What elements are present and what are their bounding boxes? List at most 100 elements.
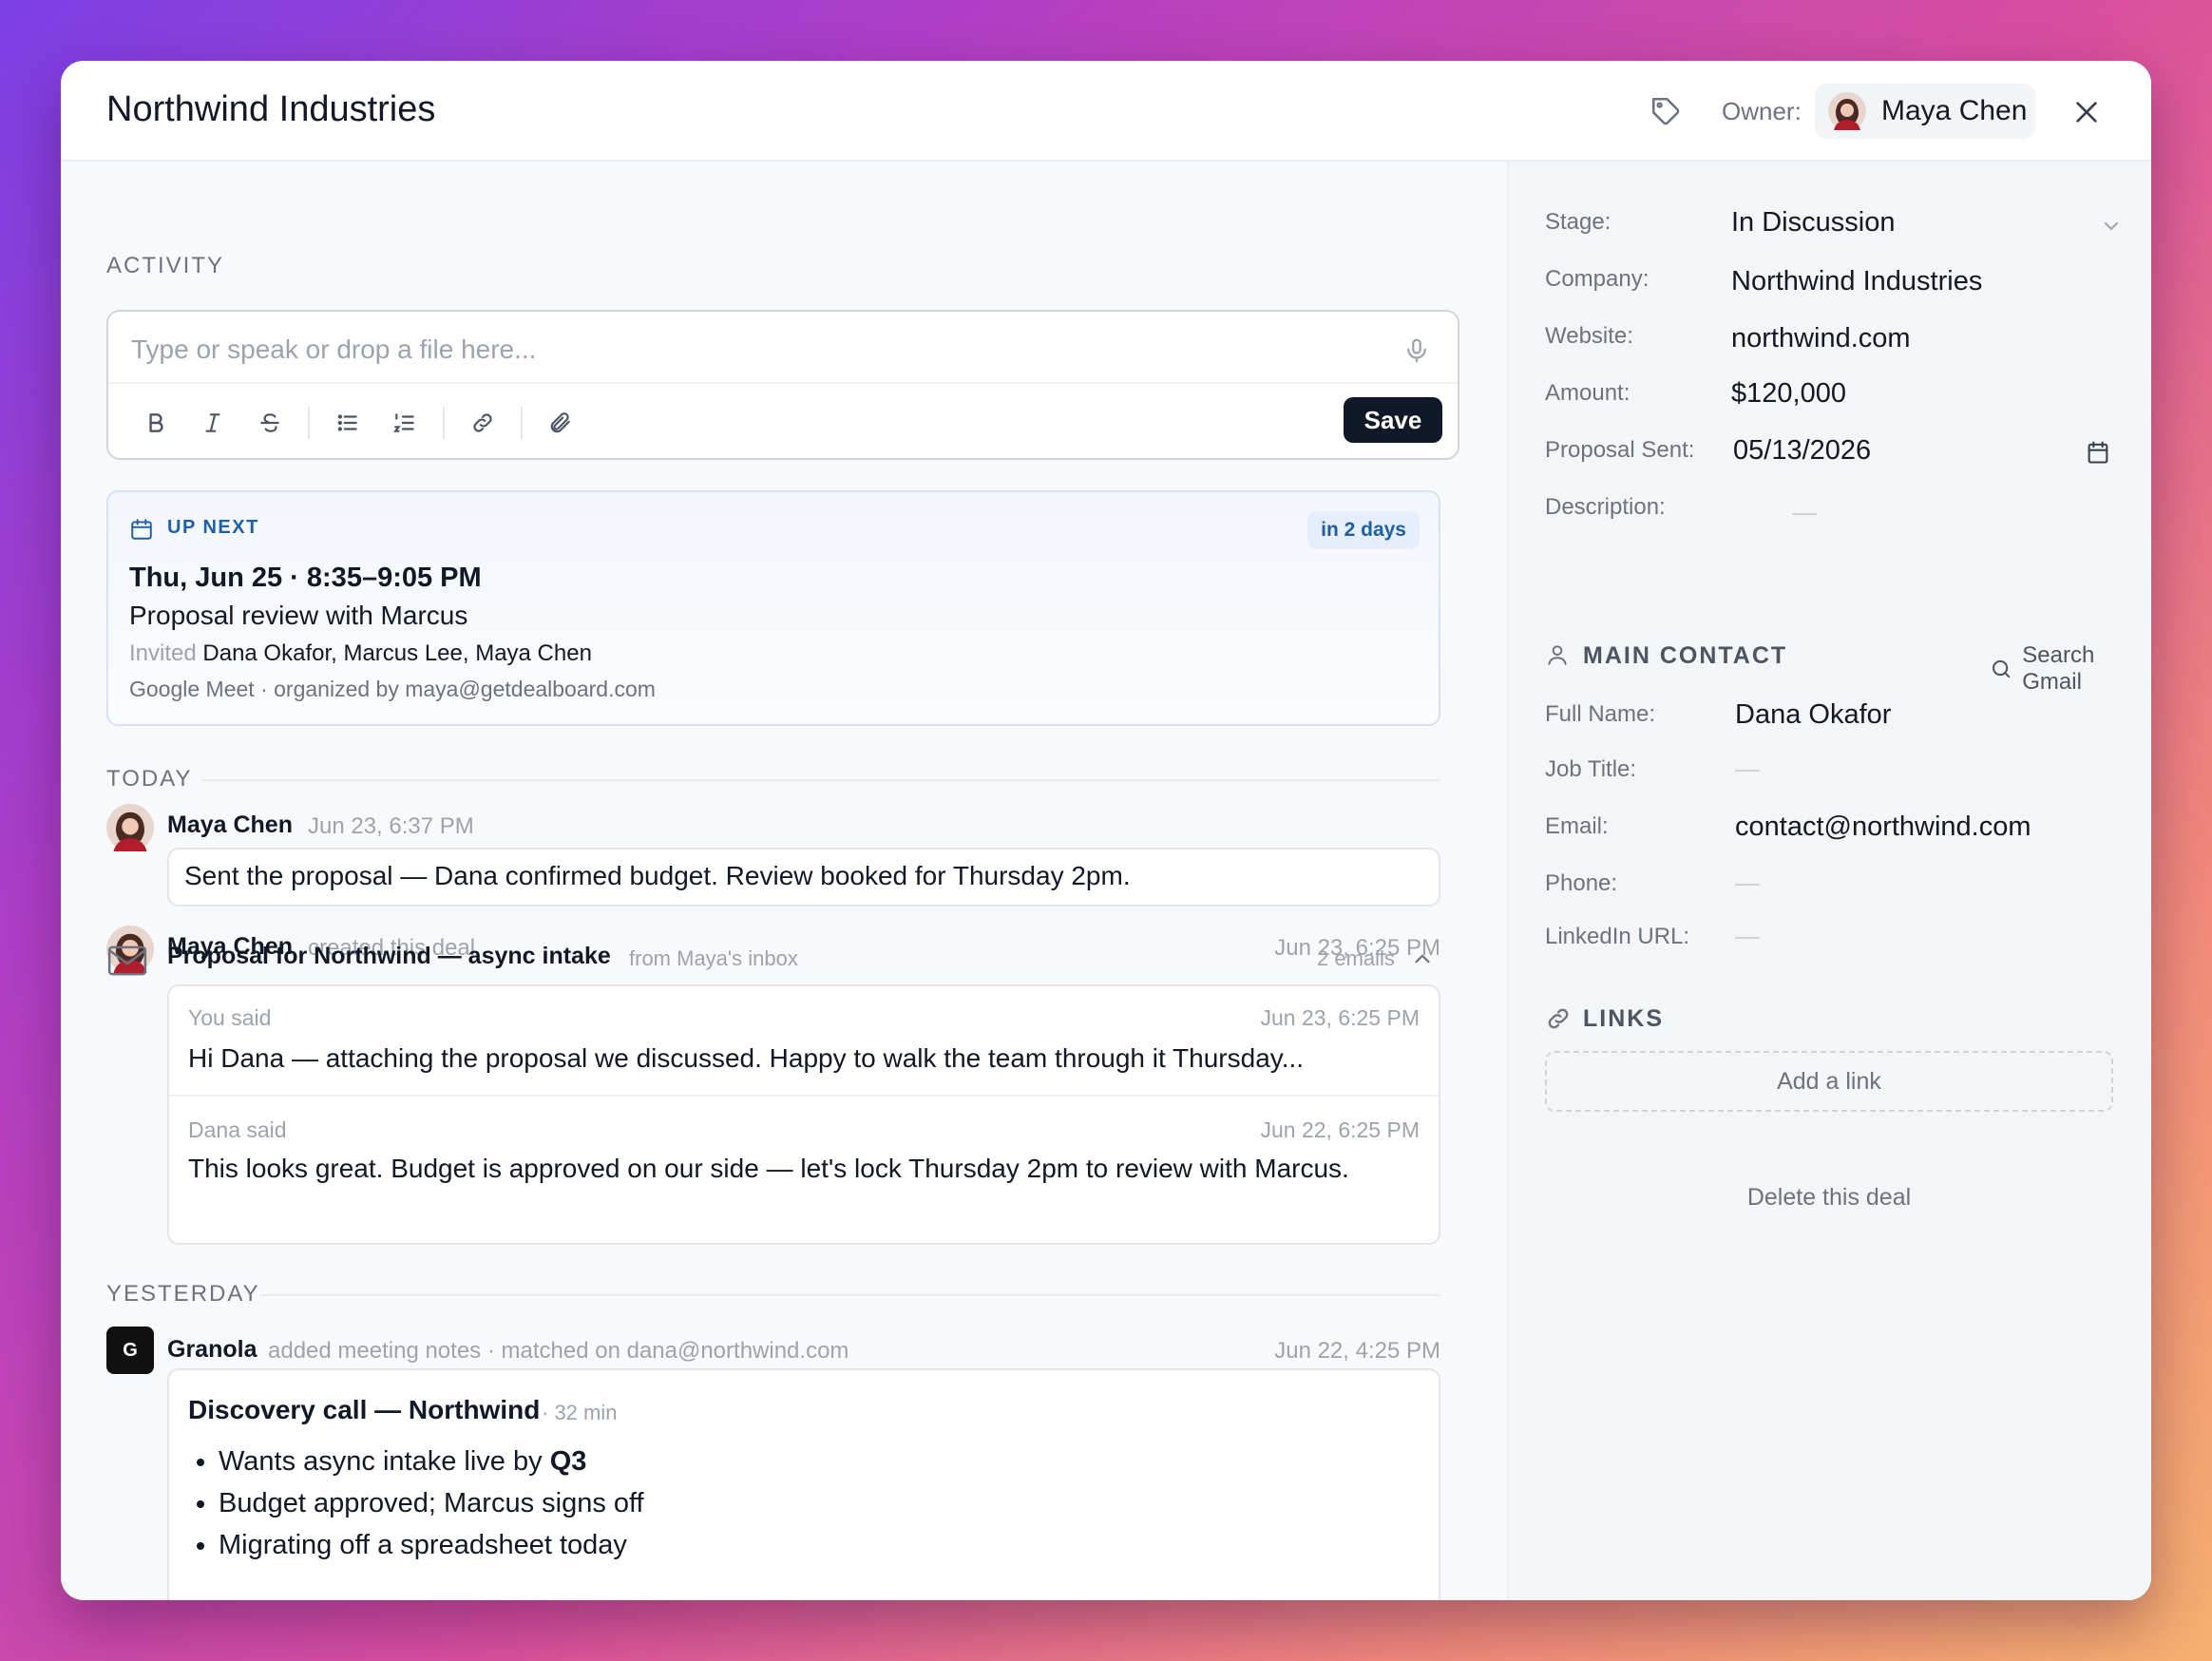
amount-field[interactable]: $120,000: [1731, 378, 1846, 410]
website-field[interactable]: northwind.com: [1731, 323, 1911, 354]
today-label: TODAY: [106, 766, 193, 792]
granola-action: added meeting notes · matched on dana@no…: [268, 1338, 849, 1364]
event-meeting-info: Google Meet · organized by maya@getdealb…: [129, 677, 656, 701]
owner-selector[interactable]: Maya Chen: [1815, 84, 2035, 139]
meeting-notes-list: Wants async intake live by Q3 Budget app…: [219, 1441, 644, 1566]
amount-label: Amount:: [1545, 380, 1630, 406]
granola-time: Jun 22, 4:25 PM: [1274, 1338, 1440, 1364]
up-next-label: UP NEXT: [167, 517, 259, 538]
paperclip-icon: [550, 412, 570, 433]
activity-panel: ACTIVITY Type or speak or drop a file he…: [61, 162, 1507, 1600]
email-field[interactable]: contact@northwind.com: [1735, 811, 2031, 843]
event-datetime: Thu, Jun 25 · 8:35–9:05 PM: [129, 563, 482, 593]
message-sender: Dana said: [188, 1117, 287, 1142]
email-count: 2 emails: [1317, 946, 1395, 970]
message-time: Jun 22, 6:25 PM: [1260, 1117, 1421, 1142]
full-name-field[interactable]: Dana Okafor: [1735, 699, 1891, 731]
close-icon[interactable]: [2071, 97, 2102, 127]
company-label: Company:: [1545, 266, 1649, 292]
links-heading: LINKS: [1583, 1005, 1664, 1032]
proposal-sent-label: Proposal Sent:: [1545, 437, 1695, 463]
bullet-text: Migrating off a spreadsheet today: [219, 1530, 627, 1560]
event-title: Proposal review with Marcus: [129, 601, 468, 630]
calendar-icon[interactable]: [2085, 439, 2111, 466]
link-icon: [473, 413, 492, 432]
phone-field[interactable]: —: [1735, 870, 1736, 871]
search-gmail-label: Search Gmail: [2022, 642, 2095, 695]
link-button[interactable]: [464, 404, 502, 442]
invitee-names: Dana Okafor, Marcus Lee, Maya Chen: [202, 640, 592, 666]
note-text[interactable]: Sent the proposal — Dana confirmed budge…: [167, 848, 1440, 907]
yesterday-label: YESTERDAY: [106, 1281, 260, 1307]
today-divider: [201, 779, 1440, 781]
tag-icon[interactable]: [1649, 95, 1682, 127]
message-divider: [169, 1095, 1439, 1097]
search-icon: [1993, 659, 2011, 678]
activity-heading: ACTIVITY: [106, 253, 225, 278]
owner-label: Owner:: [1722, 97, 1802, 125]
granola-author: Granola: [167, 1336, 257, 1363]
bullet-emphasis: Q3: [549, 1446, 587, 1477]
message-body[interactable]: Hi Dana — attaching the proposal we disc…: [188, 1040, 1404, 1078]
calendar-icon: [131, 519, 152, 540]
job-title-label: Job Title:: [1545, 756, 1637, 782]
search-gmail-button[interactable]: Search Gmail: [1990, 642, 2151, 696]
meeting-duration: · 32 min: [542, 1401, 618, 1424]
delete-deal-button[interactable]: Delete this deal: [1545, 1184, 2113, 1212]
empty-dash: [1792, 513, 1817, 515]
description-field[interactable]: —: [1792, 494, 1793, 495]
stage-label: Stage:: [1545, 209, 1611, 235]
avatar: [106, 804, 154, 851]
message-time: Jun 23, 6:25 PM: [1260, 1005, 1421, 1030]
deal-modal: Northwind Industries Owner: Maya Chen AC…: [61, 61, 2151, 1600]
chevron-up-icon[interactable]: [1410, 946, 1435, 971]
proposal-sent-field[interactable]: 05/13/2026: [1733, 435, 1871, 467]
numbered-list-button[interactable]: [386, 404, 424, 442]
stage-select[interactable]: In Discussion: [1731, 207, 1895, 239]
email-thread-title[interactable]: Proposal for Northwind — async intake: [167, 943, 611, 970]
owner-name: Maya Chen: [1881, 95, 2028, 126]
add-link-button[interactable]: Add a link: [1545, 1051, 2113, 1112]
bullet-list-icon: [337, 414, 357, 431]
italic-button[interactable]: [194, 404, 232, 442]
activity-composer: Save: [106, 310, 1459, 460]
website-label: Website:: [1545, 323, 1633, 349]
linkedin-field[interactable]: —: [1735, 924, 1736, 925]
message-body[interactable]: This looks great. Budget is approved on …: [188, 1150, 1404, 1188]
event-invitees: Invited Dana Okafor, Marcus Lee, Maya Ch…: [129, 640, 592, 667]
strikethrough-button[interactable]: [251, 404, 289, 442]
granola-logo: G: [106, 1327, 154, 1374]
company-field[interactable]: Northwind Industries: [1731, 266, 1982, 297]
email-label: Email:: [1545, 813, 1609, 839]
description-label: Description:: [1545, 494, 1666, 520]
attachment-button[interactable]: [542, 404, 580, 442]
person-icon: [1548, 645, 1567, 665]
chevron-down-icon[interactable]: [2100, 215, 2123, 238]
list-item: Wants async intake live by Q3: [219, 1441, 644, 1482]
bullet-list-button[interactable]: [329, 404, 367, 442]
toolbar-separator: [308, 407, 310, 439]
linkedin-label: LinkedIn URL:: [1545, 924, 1690, 949]
list-item: Migrating off a spreadsheet today: [219, 1524, 644, 1566]
invited-label: Invited: [129, 640, 197, 666]
strikethrough-icon: [260, 413, 279, 432]
job-title-field[interactable]: —: [1735, 754, 1736, 755]
save-button[interactable]: Save: [1344, 397, 1442, 443]
italic-icon: [205, 413, 220, 432]
microphone-icon[interactable]: [1402, 336, 1431, 365]
avatar: [1828, 92, 1866, 130]
empty-dash: [1735, 770, 1760, 772]
activity-input[interactable]: [131, 329, 1366, 371]
empty-dash: [1735, 937, 1760, 939]
meeting-notes-title: Discovery call — Northwind: [188, 1395, 541, 1424]
mail-icon: [107, 945, 147, 976]
created-time: Jun 23, 6:25 PM: [1274, 935, 1440, 961]
up-next-card[interactable]: UP NEXT in 2 days Thu, Jun 25 · 8:35–9:0…: [106, 490, 1440, 726]
meeting-notes-card[interactable]: Discovery call — Northwind · 32 min Want…: [167, 1368, 1440, 1600]
main-contact-heading: MAIN CONTACT: [1583, 642, 1788, 669]
link-icon: [1548, 1008, 1569, 1029]
note-time: Jun 23, 6:37 PM: [308, 813, 474, 839]
email-thread-source: from Maya's inbox: [629, 946, 798, 970]
bullet-text: Wants async intake live by: [219, 1446, 550, 1477]
bold-button[interactable]: [137, 404, 175, 442]
